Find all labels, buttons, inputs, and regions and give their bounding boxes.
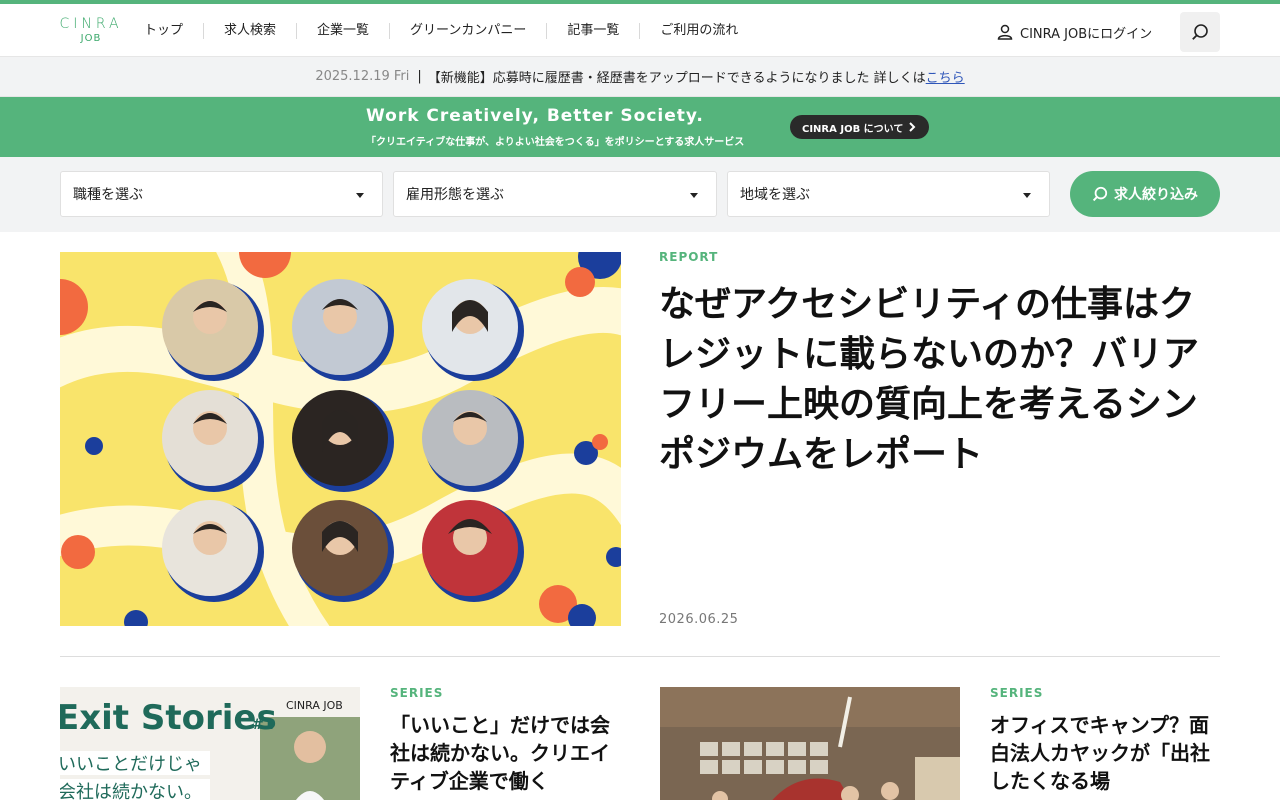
notice-link[interactable]: こちら bbox=[926, 67, 965, 86]
hero-article-title[interactable]: なぜアクセシビリティの仕事はクレジットに載らないのか？バリアフリー上映の質向上を… bbox=[659, 280, 1221, 480]
article-card-title[interactable]: オフィスでキャンプ？面白法人カヤックが「出社したくなる場 bbox=[990, 711, 1220, 795]
about-banner[interactable]: Work Creatively, Better Society. 「クリエイティ… bbox=[0, 97, 1280, 157]
about-cinra-job-button[interactable]: CINRA JOB について bbox=[790, 115, 930, 139]
notice-separator: | bbox=[417, 69, 422, 84]
hero-category-tag: REPORT bbox=[659, 250, 719, 264]
search-icon bbox=[1192, 24, 1208, 40]
article-card-image[interactable] bbox=[660, 687, 960, 800]
cover-line-1: いいことだけじゃ bbox=[60, 754, 202, 775]
caret-down-icon bbox=[356, 193, 364, 198]
cover-brand-text: CINRA JOB bbox=[286, 699, 343, 712]
chevron-right-icon bbox=[909, 122, 916, 132]
office-camp-photo bbox=[660, 687, 960, 800]
article-card-image[interactable]: Exit Stories #1 CINRA JOB いいことだけじゃ 会社は続か… bbox=[60, 687, 360, 800]
global-nav: トップ 求人検索 企業一覧 グリーンカンパニー 記事一覧 ご利用の流れ bbox=[124, 4, 758, 57]
nav-item-companies[interactable]: 企業一覧 bbox=[296, 22, 389, 39]
global-header: CINRA JOB トップ 求人検索 企業一覧 グリーンカンパニー 記事一覧 ご… bbox=[0, 4, 1280, 57]
login-link[interactable]: CINRA JOBにログイン bbox=[996, 22, 1152, 42]
exit-stories-cover: Exit Stories #1 CINRA JOB いいことだけじゃ 会社は続か… bbox=[60, 687, 360, 800]
user-icon bbox=[997, 24, 1013, 40]
banner-title: Work Creatively, Better Society. bbox=[366, 106, 704, 126]
hero-illustration bbox=[60, 252, 621, 626]
filter-submit-button[interactable]: 求人絞り込み bbox=[1070, 171, 1220, 217]
cinra-job-logo[interactable]: CINRA JOB bbox=[58, 16, 124, 46]
cover-line-2: 会社は続かない。 bbox=[60, 782, 202, 800]
hero-article-date: 2026.06.25 bbox=[659, 612, 739, 627]
section-divider bbox=[60, 656, 1220, 657]
cover-title-text: Exit Stories bbox=[60, 698, 277, 738]
nav-item-top[interactable]: トップ bbox=[124, 23, 203, 39]
notice-message: 【新機能】応募時に履歴書・経歴書をアップロードできるようになりました 詳しくは bbox=[427, 71, 926, 86]
news-notice-bar: 2025.12.19 Fri | 【新機能】応募時に履歴書・経歴書をアップロード… bbox=[0, 57, 1280, 97]
banner-subtitle: 「クリエイティブな仕事が、よりよい社会をつくる」をポリシーとする求人サービス bbox=[366, 137, 745, 148]
nav-item-how-to-use[interactable]: ご利用の流れ bbox=[639, 22, 758, 39]
notice-date: 2025.12.19 Fri bbox=[315, 69, 410, 84]
search-button[interactable] bbox=[1180, 12, 1220, 52]
login-label: CINRA JOBにログイン bbox=[1020, 26, 1153, 42]
filter-submit-label: 求人絞り込み bbox=[1114, 187, 1198, 203]
search-icon bbox=[1092, 186, 1108, 202]
employment-type-select[interactable]: 雇用形態を選ぶ bbox=[393, 171, 717, 217]
job-type-select[interactable]: 職種を選ぶ bbox=[60, 171, 383, 217]
region-select-label: 地域を選ぶ bbox=[740, 187, 810, 203]
article-card-tag: SERIES bbox=[390, 686, 444, 700]
nav-item-job-search[interactable]: 求人検索 bbox=[203, 22, 296, 39]
about-button-label: CINRA JOB について bbox=[802, 123, 904, 135]
nav-item-green-company[interactable]: グリーンカンパニー bbox=[389, 22, 546, 39]
caret-down-icon bbox=[1023, 193, 1031, 198]
article-card-title[interactable]: 「いいこと」だけでは会社は続かない。クリエイティブ企業で働く bbox=[390, 711, 620, 795]
cover-number-text: #1 bbox=[252, 717, 273, 733]
job-filter-bar: 職種を選ぶ 雇用形態を選ぶ 地域を選ぶ 求人絞り込み bbox=[0, 157, 1280, 232]
logo-subword: JOB bbox=[80, 33, 102, 44]
article-card-tag: SERIES bbox=[990, 686, 1044, 700]
nav-item-articles[interactable]: 記事一覧 bbox=[546, 22, 639, 39]
hero-article-image[interactable] bbox=[60, 252, 621, 626]
logo-wordmark: CINRA bbox=[59, 16, 123, 32]
employment-select-label: 雇用形態を選ぶ bbox=[406, 187, 504, 203]
caret-down-icon bbox=[690, 193, 698, 198]
region-select[interactable]: 地域を選ぶ bbox=[727, 171, 1050, 217]
job-type-select-label: 職種を選ぶ bbox=[73, 187, 143, 203]
